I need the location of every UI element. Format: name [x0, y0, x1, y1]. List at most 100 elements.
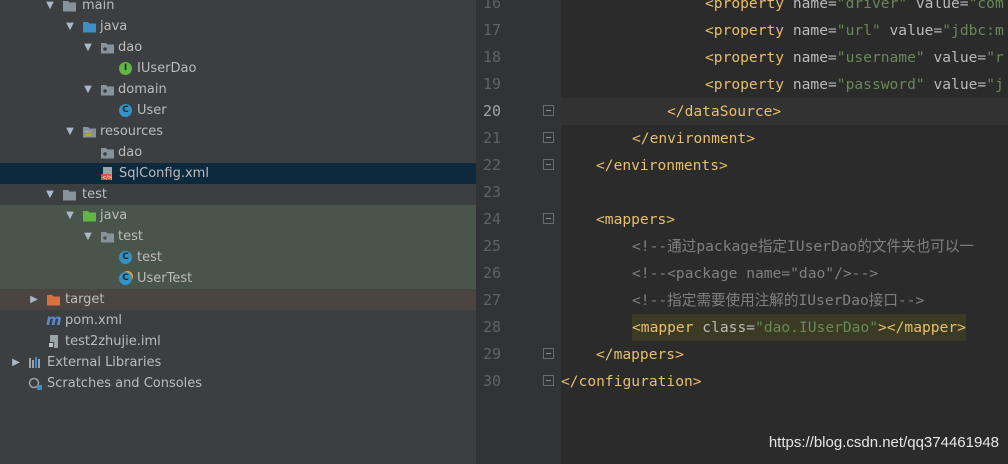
fold-marker-icon[interactable] [543, 159, 554, 170]
chevron-down-icon[interactable]: ▼ [82, 37, 94, 58]
tree-label: dao [118, 40, 143, 55]
tree-row-dao[interactable]: ▼ dao [0, 37, 476, 58]
package-icon [100, 229, 115, 244]
tree-label: test [137, 250, 162, 265]
scratches-icon [28, 376, 43, 391]
chevron-right-icon[interactable]: ▶ [28, 289, 40, 310]
tree-row-iml[interactable]: test2zhujie.iml [0, 331, 476, 352]
tree-row-resources[interactable]: ▼ resources [0, 121, 476, 142]
code-editor[interactable]: <property name="driver" value="com <prop… [561, 0, 1008, 464]
code-line-29: </mappers> [596, 346, 684, 363]
tree-row-java[interactable]: ▼ java [0, 16, 476, 37]
tree-row-test-package[interactable]: ▼ test [0, 226, 476, 247]
line-number: 17 [482, 21, 501, 39]
line-number: 18 [482, 48, 501, 66]
tree-label: java [100, 208, 128, 223]
test-source-folder-icon [82, 208, 97, 223]
tree-row-test-class[interactable]: C test [0, 247, 476, 268]
code-line-30: </configuration> [561, 373, 702, 390]
tree-label: java [100, 19, 128, 34]
code-line-16: <property name="driver" value="com [705, 0, 1004, 12]
folder-icon [62, 187, 77, 202]
tree-row-user[interactable]: C User [0, 100, 476, 121]
fold-marker-icon[interactable] [543, 213, 554, 224]
tree-label: Scratches and Consoles [47, 376, 203, 391]
tree-label: test2zhujie.iml [65, 334, 161, 349]
line-number: 26 [482, 264, 501, 282]
chevron-down-icon[interactable]: ▼ [44, 0, 56, 16]
tree-row-pom[interactable]: m pom.xml [0, 310, 476, 331]
tree-label: dao [118, 145, 143, 160]
tree-row-external-libraries[interactable]: ▶ External Libraries [0, 352, 476, 373]
line-number: 16 [482, 0, 501, 12]
test-class-icon: C [118, 271, 133, 286]
code-line-18: <property name="username" value="r [705, 49, 1004, 66]
tree-row-dao-resources[interactable]: dao [0, 142, 476, 163]
fold-marker-icon[interactable] [543, 132, 554, 143]
line-number: 25 [482, 237, 501, 255]
tree-row-iuserdao[interactable]: I IUserDao [0, 58, 476, 79]
code-line-17: <property name="url" value="jdbc:m [705, 22, 1004, 39]
line-number: 30 [482, 372, 501, 390]
line-number: 22 [482, 156, 501, 174]
code-line-22: </environments> [596, 157, 728, 174]
chevron-down-icon[interactable]: ▼ [64, 121, 76, 142]
tree-row-scratches[interactable]: Scratches and Consoles [0, 373, 476, 394]
tree-label: test [118, 229, 143, 244]
watermark: https://blog.csdn.net/qq374461948 [768, 434, 999, 451]
project-tree[interactable]: ▼ main ▼ java ▼ dao I IUserDao ▼ domain … [0, 0, 477, 464]
line-number: 29 [482, 345, 501, 363]
iml-file-icon [46, 334, 61, 349]
fold-marker-icon[interactable] [543, 105, 554, 116]
tree-label: External Libraries [47, 355, 162, 370]
tree-label: pom.xml [65, 313, 122, 328]
code-line-27: <!--指定需要使用注解的IUserDao接口--> [632, 292, 925, 309]
tree-row-usertest[interactable]: C UserTest [0, 268, 476, 289]
line-number: 21 [482, 129, 501, 147]
fold-marker-icon[interactable] [543, 348, 554, 359]
code-line-19: <property name="password" value="j [705, 76, 1004, 93]
package-icon [100, 145, 115, 160]
package-icon [100, 82, 115, 97]
code-line-26: <!--<package name="dao"/>--> [632, 265, 879, 282]
tree-label: test [82, 187, 107, 202]
tree-row-target[interactable]: ▶ target [0, 289, 476, 310]
package-icon [100, 40, 115, 55]
line-number: 23 [482, 183, 501, 201]
tree-label: main [82, 0, 115, 13]
chevron-down-icon[interactable]: ▼ [44, 184, 56, 205]
chevron-down-icon[interactable]: ▼ [82, 79, 94, 100]
tree-row-test[interactable]: ▼ test [0, 184, 476, 205]
source-folder-icon [82, 19, 97, 34]
xml-file-icon: </> [100, 166, 115, 181]
editor-gutter: 16 17 18 19 20 21 22 23 24 25 26 27 28 2… [477, 0, 561, 464]
line-number: 24 [482, 210, 501, 228]
tree-label: target [65, 292, 105, 307]
fold-marker-icon[interactable] [543, 375, 554, 386]
tree-label: domain [118, 82, 167, 97]
code-line-24: <mappers> [596, 211, 676, 228]
tree-row-main[interactable]: ▼ main [0, 0, 476, 16]
chevron-right-icon[interactable]: ▶ [10, 352, 22, 373]
code-line-20: </dataSource> [667, 103, 782, 120]
chevron-down-icon[interactable]: ▼ [64, 205, 76, 226]
class-icon: C [118, 250, 133, 265]
tree-row-test-java[interactable]: ▼ java [0, 205, 476, 226]
code-line-28: <mapper class="dao.IUserDao"></mapper> [632, 314, 966, 341]
svg-text:</>: </> [102, 175, 112, 181]
tree-row-domain[interactable]: ▼ domain [0, 79, 476, 100]
line-number: 19 [482, 75, 501, 93]
line-number: 20 [482, 102, 501, 120]
folder-icon [62, 0, 77, 13]
tree-label: IUserDao [137, 61, 197, 76]
chevron-down-icon[interactable]: ▼ [82, 226, 94, 247]
resources-folder-icon [82, 124, 97, 139]
tree-label: SqlConfig.xml [119, 166, 209, 181]
code-line-25: <!--通过package指定IUserDao的文件夹也可以一 [632, 238, 975, 255]
tree-label: resources [100, 124, 164, 139]
class-icon: C [118, 103, 133, 118]
chevron-down-icon[interactable]: ▼ [64, 16, 76, 37]
tree-row-sqlconfig[interactable]: </> SqlConfig.xml [0, 163, 476, 184]
tree-label: UserTest [137, 271, 193, 286]
line-number: 28 [482, 318, 501, 336]
